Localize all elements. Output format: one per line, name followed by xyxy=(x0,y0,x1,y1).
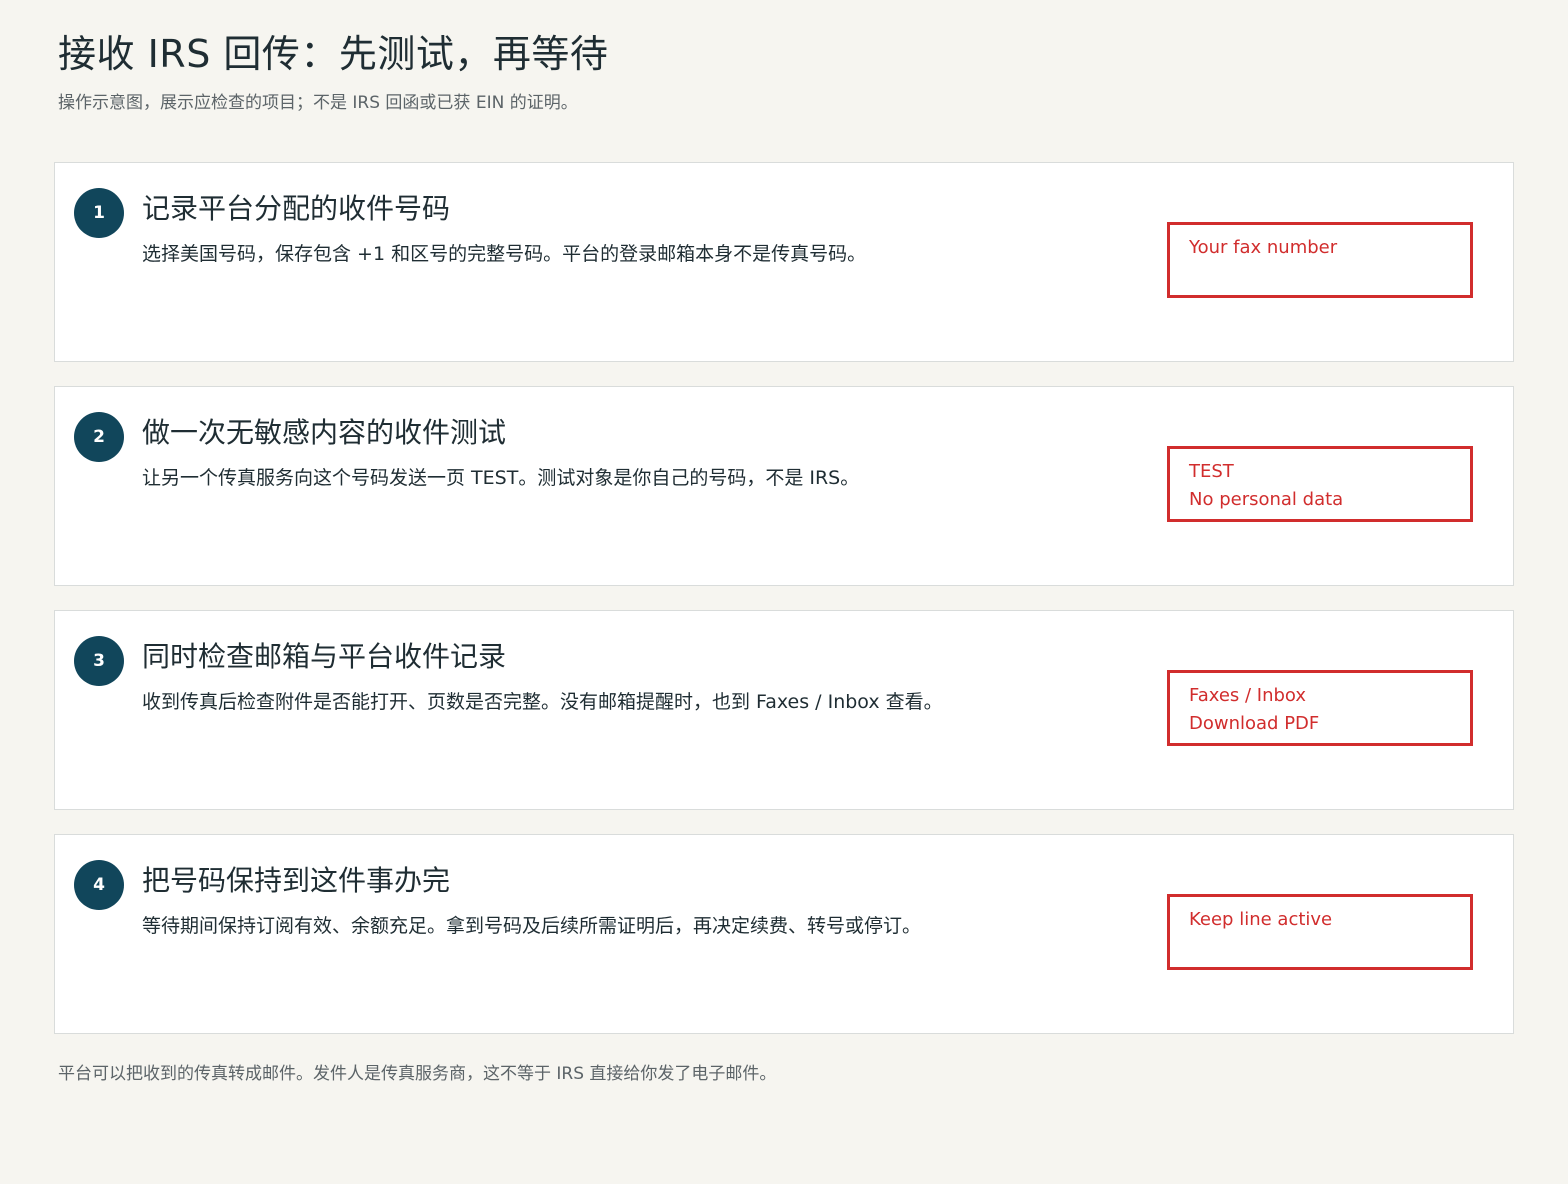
page-title: 接收 IRS 回传：先测试，再等待 xyxy=(58,32,609,76)
fax-label-box: TEST No personal data xyxy=(1167,446,1473,522)
steps-list: 1 记录平台分配的收件号码 选择美国号码，保存包含 +1 和区号的完整号码。平台… xyxy=(54,162,1514,1058)
step-card-1: 1 记录平台分配的收件号码 选择美国号码，保存包含 +1 和区号的完整号码。平台… xyxy=(54,162,1514,362)
step-number-badge: 1 xyxy=(74,188,124,238)
fax-label-line-1: Keep line active xyxy=(1189,909,1333,930)
step-card-2: 2 做一次无敏感内容的收件测试 让另一个传真服务向这个号码发送一页 TEST。测… xyxy=(54,386,1514,586)
step-title: 同时检查邮箱与平台收件记录 xyxy=(142,640,507,673)
page-subtitle: 操作示意图，展示应检查的项目；不是 IRS 回函或已获 EIN 的证明。 xyxy=(58,93,578,113)
fax-label-line-2: Download PDF xyxy=(1189,713,1320,734)
step-title: 把号码保持到这件事办完 xyxy=(142,864,451,897)
fax-label-line-1: Faxes / Inbox xyxy=(1189,685,1307,706)
step-card-3: 3 同时检查邮箱与平台收件记录 收到传真后检查附件是否能打开、页数是否完整。没有… xyxy=(54,610,1514,810)
fax-label-line-1: Your fax number xyxy=(1189,237,1338,258)
step-number-badge: 3 xyxy=(74,636,124,686)
fax-label-box: Keep line active xyxy=(1167,894,1473,970)
fax-label-box: Your fax number xyxy=(1167,222,1473,298)
step-title: 做一次无敏感内容的收件测试 xyxy=(142,416,507,449)
step-description: 收到传真后检查附件是否能打开、页数是否完整。没有邮箱提醒时，也到 Faxes /… xyxy=(142,691,943,713)
step-card-4: 4 把号码保持到这件事办完 等待期间保持订阅有效、余额充足。拿到号码及后续所需证… xyxy=(54,834,1514,1034)
fax-label-box: Faxes / Inbox Download PDF xyxy=(1167,670,1473,746)
step-number-badge: 4 xyxy=(74,860,124,910)
step-description: 选择美国号码，保存包含 +1 和区号的完整号码。平台的登录邮箱本身不是传真号码。 xyxy=(142,243,867,265)
step-description: 等待期间保持订阅有效、余额充足。拿到号码及后续所需证明后，再决定续费、转号或停订… xyxy=(142,915,922,937)
step-number-badge: 2 xyxy=(74,412,124,462)
step-title: 记录平台分配的收件号码 xyxy=(142,192,451,225)
step-description: 让另一个传真服务向这个号码发送一页 TEST。测试对象是你自己的号码，不是 IR… xyxy=(142,467,860,489)
footer-note: 平台可以把收到的传真转成邮件。发件人是传真服务商，这不等于 IRS 直接给你发了… xyxy=(58,1064,777,1084)
fax-label-line-2: No personal data xyxy=(1189,489,1344,510)
fax-label-line-1: TEST xyxy=(1189,461,1234,482)
